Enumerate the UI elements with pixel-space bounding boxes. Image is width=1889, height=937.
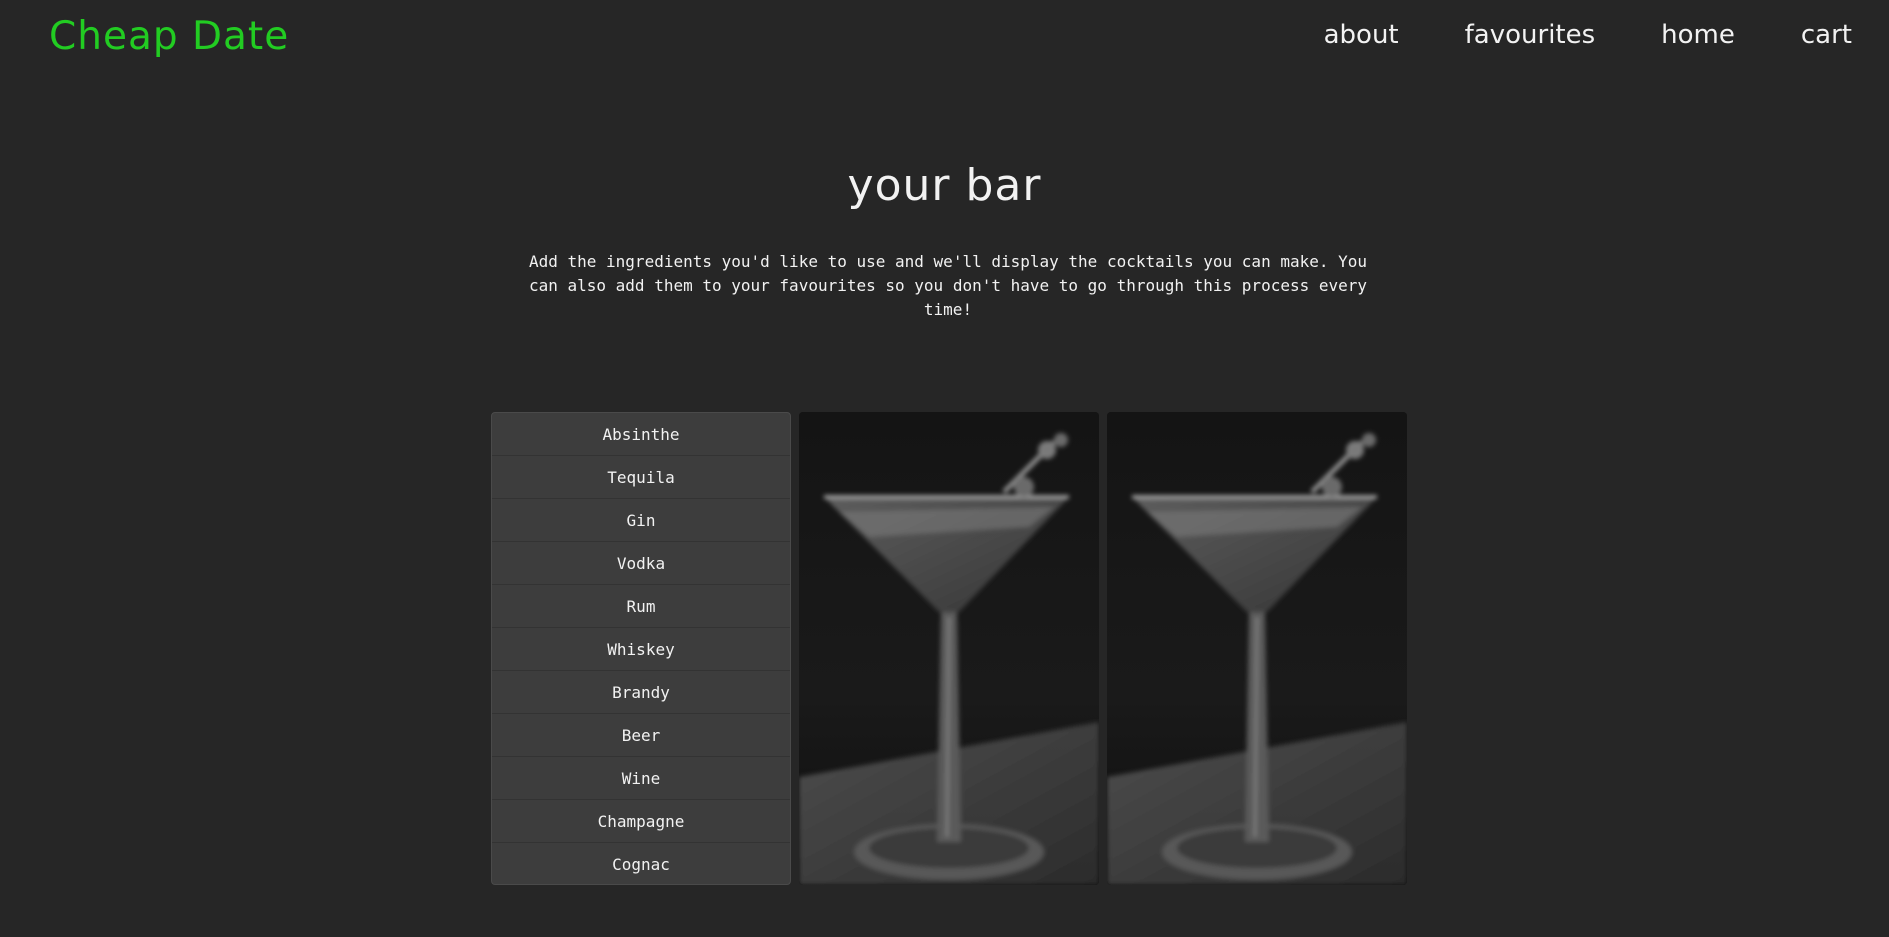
cocktail-card[interactable] xyxy=(799,412,1099,885)
page-title: your bar xyxy=(847,160,1042,211)
ingredient-rum[interactable]: Rum xyxy=(492,585,790,628)
nav-link-cart[interactable]: cart xyxy=(1801,20,1852,50)
ingredient-whiskey[interactable]: Whiskey xyxy=(492,628,790,671)
martini-glass-photo xyxy=(1107,412,1407,885)
ingredient-list: Absinthe Tequila Gin Vodka Rum Whiskey B… xyxy=(491,412,791,885)
ingredient-beer[interactable]: Beer xyxy=(492,714,790,757)
ingredient-absinthe[interactable]: Absinthe xyxy=(492,413,790,456)
nav-link-home[interactable]: home xyxy=(1661,20,1735,50)
cocktail-card[interactable] xyxy=(1107,412,1407,885)
nav-link-about[interactable]: about xyxy=(1324,20,1399,50)
page-description: Add the ingredients you'd like to use an… xyxy=(528,252,1368,319)
martini-glass-photo xyxy=(799,412,1099,885)
nav-links: about favourites home cart xyxy=(1258,20,1852,50)
ingredient-wine[interactable]: Wine xyxy=(492,757,790,800)
ingredient-vodka[interactable]: Vodka xyxy=(492,542,790,585)
ingredient-champagne[interactable]: Champagne xyxy=(492,800,790,843)
navbar: Cheap Date about favourites home cart xyxy=(0,0,1889,80)
ingredient-tequila[interactable]: Tequila xyxy=(492,456,790,499)
ingredient-gin[interactable]: Gin xyxy=(492,499,790,542)
nav-link-favourites[interactable]: favourites xyxy=(1465,20,1596,50)
ingredient-brandy[interactable]: Brandy xyxy=(492,671,790,714)
ingredient-cognac[interactable]: Cognac xyxy=(492,843,790,884)
site-logo[interactable]: Cheap Date xyxy=(49,14,289,59)
